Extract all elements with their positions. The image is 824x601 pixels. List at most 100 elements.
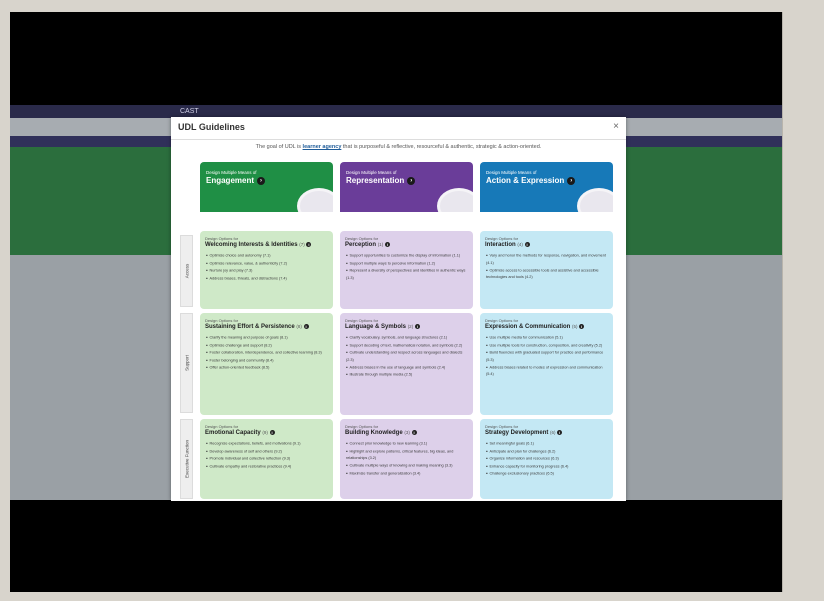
guideline-card-language-symbols[interactable]: Design Options for Language & Symbols (2… — [340, 313, 473, 415]
checkpoint-item[interactable]: Illustrate through multiple media (2.5) — [346, 371, 468, 379]
modal-header: UDL Guidelines × — [171, 117, 626, 140]
checkpoint-item[interactable]: Use multiple media for communication (5.… — [486, 334, 608, 342]
guideline-card-emotional-capacity[interactable]: Design Options for Emotional Capacity (9… — [200, 419, 333, 499]
card-title: Sustaining Effort & Persistence (8) i — [205, 324, 309, 331]
card-title: Expression & Communication (5) i — [485, 324, 585, 331]
learner-agency-link[interactable]: learner agency — [303, 144, 342, 150]
checkpoint-item[interactable]: Recognize expectations, beliefs, and mot… — [206, 440, 328, 448]
card-kicker: Design Options for — [485, 424, 519, 429]
checkpoint-list: Support opportunities to customize the d… — [345, 252, 468, 282]
checkpoint-item[interactable]: Enhance capacity for monitoring progress… — [486, 463, 608, 471]
info-icon[interactable]: i — [303, 324, 309, 329]
checkpoint-item[interactable]: Challenge exclusionary practices (6.5) — [486, 470, 608, 478]
header-kicker: Design Multiple Means of — [346, 170, 397, 175]
checkpoint-list: Use multiple media for communication (5.… — [485, 334, 608, 378]
expand-icon[interactable]: › — [407, 176, 416, 185]
checkpoint-list: Connect prior knowledge to new learning … — [345, 440, 468, 477]
checkpoint-item[interactable]: Cultivate empathy and restorative practi… — [206, 463, 328, 471]
card-kicker: Design Options for — [205, 236, 239, 241]
guideline-card-building-knowledge[interactable]: Design Options for Building Knowledge (3… — [340, 419, 473, 499]
udl-guidelines-modal: UDL Guidelines × The goal of UDL is lear… — [171, 117, 626, 501]
card-title: Language & Symbols (2) i — [345, 324, 420, 331]
guideline-card-expression-communication[interactable]: Design Options for Expression & Communic… — [480, 313, 613, 415]
checkpoint-item[interactable]: Maximize transfer and generalization (3.… — [346, 470, 468, 478]
row-label-access: Access — [180, 235, 193, 307]
engagement-header[interactable]: Design Multiple Means of Engagement › — [200, 162, 333, 212]
checkpoint-item[interactable]: Address biases related to modes of expre… — [486, 364, 608, 379]
checkpoint-item[interactable]: Build fluencies with graduated support f… — [486, 349, 608, 364]
card-kicker: Design Options for — [345, 236, 379, 241]
card-title: Strategy Development (6) i — [485, 430, 563, 437]
video-frame: CAST UDL Guidelines × The goal of UDL is… — [10, 12, 782, 592]
info-icon[interactable]: i — [384, 242, 390, 247]
header-title: Engagement › — [206, 176, 266, 185]
expand-icon[interactable]: › — [257, 176, 266, 185]
row-label-executive-function: Executive Function — [180, 419, 193, 499]
close-button[interactable]: × — [613, 121, 619, 132]
card-kicker: Design Options for — [205, 318, 239, 323]
checkpoint-item[interactable]: Clarify vocabulary, symbols, and languag… — [346, 334, 468, 342]
checkpoint-item[interactable]: Optimize access to accessible tools and … — [486, 267, 608, 282]
brain-icon — [437, 188, 473, 212]
checkpoint-item[interactable]: Support opportunities to customize the d… — [346, 252, 468, 260]
info-icon[interactable]: i — [414, 324, 420, 329]
checkpoint-item[interactable]: Highlight and explore patterns, critical… — [346, 448, 468, 463]
info-icon[interactable]: i — [411, 430, 417, 435]
checkpoint-item[interactable]: Represent a diversity of perspectives an… — [346, 267, 468, 282]
checkpoint-item[interactable]: Support multiple ways to perceive inform… — [346, 260, 468, 268]
checkpoint-item[interactable]: Foster belonging and community (8.4) — [206, 357, 328, 365]
checkpoint-item[interactable]: Nurture joy and play (7.3) — [206, 267, 328, 275]
card-title: Perception (1) i — [345, 242, 390, 249]
checkpoint-item[interactable]: Cultivate understanding and respect acro… — [346, 349, 468, 364]
checkpoint-item[interactable]: Vary and honor the methods for response,… — [486, 252, 608, 267]
guideline-card-welcoming[interactable]: Design Options for Welcoming Interests &… — [200, 231, 333, 309]
card-kicker: Design Options for — [345, 318, 379, 323]
checkpoint-item[interactable]: Clarify the meaning and purpose of goals… — [206, 334, 328, 342]
checkpoint-item[interactable]: Address biases, threats, and distraction… — [206, 275, 328, 283]
card-title: Building Knowledge (3) i — [345, 430, 417, 437]
info-icon[interactable]: i — [557, 430, 563, 435]
brain-icon — [297, 188, 333, 212]
checkpoint-list: Set meaningful goals (6.1)Anticipate and… — [485, 440, 608, 478]
checkpoint-item[interactable]: Set meaningful goals (6.1) — [486, 440, 608, 448]
desktop-edge — [782, 12, 824, 592]
checkpoint-item[interactable]: Cultivate multiple ways of knowing and m… — [346, 462, 468, 470]
card-title: Emotional Capacity (9) i — [205, 430, 275, 437]
checkpoint-list: Recognize expectations, beliefs, and mot… — [205, 440, 328, 470]
checkpoint-item[interactable]: Support decoding of text, mathematical n… — [346, 342, 468, 350]
action-expression-header[interactable]: Design Multiple Means of Action & Expres… — [480, 162, 613, 212]
card-kicker: Design Options for — [345, 424, 379, 429]
checkpoint-item[interactable]: Promote individual and collective reflec… — [206, 455, 328, 463]
header-kicker: Design Multiple Means of — [486, 170, 537, 175]
guideline-card-perception[interactable]: Design Options for Perception (1) i Supp… — [340, 231, 473, 309]
goal-prefix: The goal of UDL is — [255, 144, 303, 150]
goal-suffix: that is purposeful & reflective, resourc… — [341, 144, 542, 150]
guideline-card-interaction[interactable]: Design Options for Interaction (4) i Var… — [480, 231, 613, 309]
checkpoint-item[interactable]: Use multiple tools for construction, com… — [486, 342, 608, 350]
checkpoint-item[interactable]: Offer action-oriented feedback (8.5) — [206, 364, 328, 372]
header-kicker: Design Multiple Means of — [206, 170, 257, 175]
checkpoint-list: Clarify the meaning and purpose of goals… — [205, 334, 328, 372]
checkpoint-item[interactable]: Optimize choice and autonomy (7.1) — [206, 252, 328, 260]
info-icon[interactable]: i — [306, 242, 312, 247]
guideline-card-sustaining-effort[interactable]: Design Options for Sustaining Effort & P… — [200, 313, 333, 415]
checkpoint-item[interactable]: Foster collaboration, interdependence, a… — [206, 349, 328, 357]
checkpoint-item[interactable]: Optimize challenge and support (8.2) — [206, 342, 328, 350]
info-icon[interactable]: i — [269, 430, 275, 435]
checkpoint-item[interactable]: Optimize relevance, value, & authenticit… — [206, 260, 328, 268]
checkpoint-item[interactable]: Connect prior knowledge to new learning … — [346, 440, 468, 448]
card-kicker: Design Options for — [205, 424, 239, 429]
checkpoint-item[interactable]: Organize information and resources (6.3) — [486, 455, 608, 463]
info-icon[interactable]: i — [524, 242, 530, 247]
card-title: Interaction (4) i — [485, 242, 530, 249]
checkpoint-item[interactable]: Address biases in the use of language an… — [346, 364, 468, 372]
checkpoint-list: Vary and honor the methods for response,… — [485, 252, 608, 281]
modal-title: UDL Guidelines — [178, 122, 245, 132]
expand-icon[interactable]: › — [567, 176, 576, 185]
checkpoint-item[interactable]: Develop awareness of self and others (9.… — [206, 448, 328, 456]
guideline-card-strategy-development[interactable]: Design Options for Strategy Development … — [480, 419, 613, 499]
representation-header[interactable]: Design Multiple Means of Representation › — [340, 162, 473, 212]
checkpoint-list: Clarify vocabulary, symbols, and languag… — [345, 334, 468, 379]
info-icon[interactable]: i — [579, 324, 585, 329]
checkpoint-item[interactable]: Anticipate and plan for challenges (6.2) — [486, 448, 608, 456]
